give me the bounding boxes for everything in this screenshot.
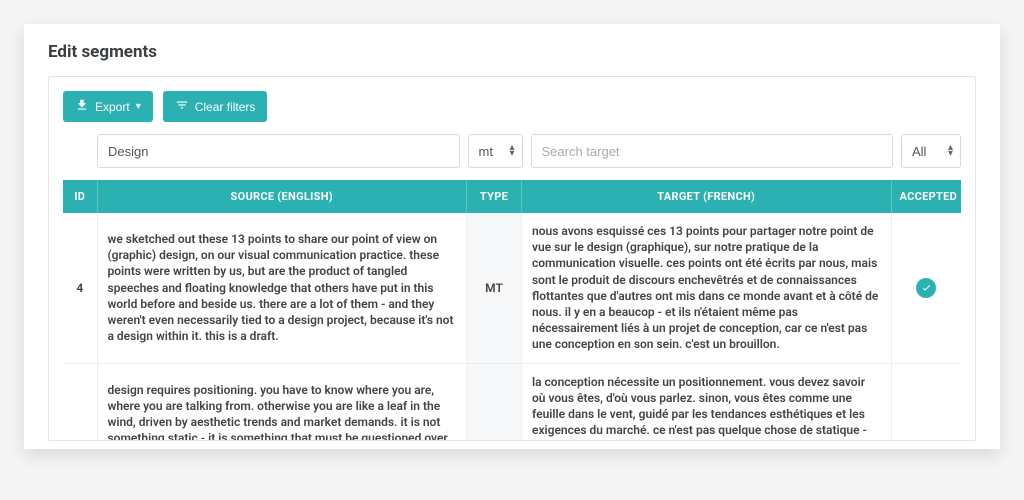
- export-button[interactable]: Export ▾: [63, 91, 153, 122]
- cell-id: 5: [63, 363, 97, 440]
- clear-filters-button[interactable]: Clear filters: [163, 91, 268, 122]
- cell-accepted: [891, 213, 961, 363]
- table-header-row: ID SOURCE (ENGLISH) TYPE TARGET (FRENCH)…: [63, 180, 961, 213]
- table-row[interactable]: 4we sketched out these 13 points to shar…: [63, 213, 961, 363]
- cell-source[interactable]: we sketched out these 13 points to share…: [97, 213, 467, 363]
- page-title: Edit segments: [48, 42, 976, 62]
- accepted-filter-wrap: All ▴▾: [901, 134, 961, 168]
- search-target-input[interactable]: [531, 134, 894, 168]
- export-button-label: Export: [95, 100, 130, 114]
- filter-clear-icon: [175, 98, 189, 115]
- export-icon: [75, 98, 89, 115]
- search-source-input[interactable]: [97, 134, 460, 168]
- chevron-down-icon: ▾: [136, 101, 141, 112]
- segments-table: ID SOURCE (ENGLISH) TYPE TARGET (FRENCH)…: [63, 180, 961, 440]
- toolbar: Export ▾ Clear filters: [63, 91, 961, 122]
- col-header-type[interactable]: TYPE: [467, 180, 522, 213]
- segments-card: Export ▾ Clear filters mt ▴▾ All: [48, 76, 976, 441]
- cell-target[interactable]: nous avons esquissé ces 13 points pour p…: [522, 213, 892, 363]
- cell-type: MT: [467, 363, 522, 440]
- filter-row: mt ▴▾ All ▴▾: [63, 134, 961, 168]
- type-filter-select[interactable]: mt: [468, 134, 523, 168]
- cell-id: 4: [63, 213, 97, 363]
- table-scroll[interactable]: ID SOURCE (ENGLISH) TYPE TARGET (FRENCH)…: [63, 180, 967, 440]
- col-header-accepted[interactable]: ACCEPTED: [891, 180, 961, 213]
- col-header-source[interactable]: SOURCE (ENGLISH): [97, 180, 467, 213]
- table-row[interactable]: 5design requires positioning. you have t…: [63, 363, 961, 440]
- accepted-filter-select[interactable]: All: [901, 134, 961, 168]
- type-filter-wrap: mt ▴▾: [468, 134, 523, 168]
- col-header-target[interactable]: TARGET (FRENCH): [522, 180, 892, 213]
- clear-filters-label: Clear filters: [195, 100, 256, 114]
- cell-target[interactable]: la conception nécessite un positionnemen…: [522, 363, 892, 440]
- cell-accepted: [891, 363, 961, 440]
- accepted-check-icon[interactable]: [916, 278, 936, 298]
- col-header-id[interactable]: ID: [63, 180, 97, 213]
- page-container: Edit segments Export ▾ Clear filters: [24, 24, 1000, 449]
- cell-type: MT: [467, 213, 522, 363]
- cell-source[interactable]: design requires positioning. you have to…: [97, 363, 467, 440]
